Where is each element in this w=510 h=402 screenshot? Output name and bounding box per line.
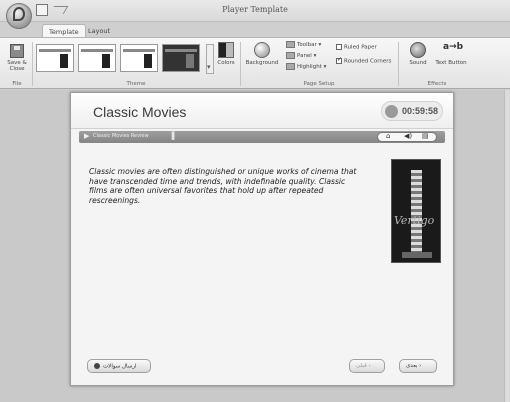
highlight-icon bbox=[286, 63, 295, 70]
group-theme-label: Theme bbox=[126, 81, 146, 87]
ruled-paper-checkbox[interactable]: Ruled Paper bbox=[336, 44, 377, 51]
player-template-window: Player Template Template Layout Save & C… bbox=[0, 0, 510, 402]
volume-icon[interactable]: ◀) bbox=[404, 132, 412, 140]
save-close-button[interactable]: Save & Close bbox=[4, 44, 30, 72]
group-effects-label: Effects bbox=[427, 81, 447, 87]
text-button-icon: a→b bbox=[443, 42, 464, 52]
colors-button[interactable]: Colors bbox=[214, 42, 238, 66]
app-orb-icon[interactable] bbox=[6, 3, 32, 29]
submit-questions-button[interactable]: ارسال سوالات bbox=[87, 359, 151, 373]
player-tools: ⌂ ◀) ▤ bbox=[377, 132, 437, 142]
prev-button[interactable]: قبلی ‹ bbox=[349, 359, 385, 373]
slide-preview: Classic Movies 00:59:58 ▶ Classic Movies… bbox=[70, 92, 454, 386]
panel-dropdown[interactable]: Panel ▾ bbox=[286, 52, 316, 59]
theme-gallery bbox=[36, 44, 206, 74]
save-icon bbox=[10, 44, 24, 58]
timer-icon bbox=[385, 105, 398, 118]
slide-nav-bar: ▶ Classic Movies Review ▐ ⌂ ◀) ▤ bbox=[79, 131, 445, 143]
slide-body-text: Classic movies are often distinguished o… bbox=[89, 167, 357, 205]
theme-gallery-more-button[interactable] bbox=[206, 44, 214, 74]
rounded-corners-check[interactable] bbox=[336, 56, 342, 64]
toolbar-dropdown[interactable]: Toolbar ▾ bbox=[286, 41, 321, 48]
next-button[interactable]: بعدی › bbox=[399, 359, 437, 373]
slide-title: Classic Movies bbox=[93, 104, 187, 120]
timer-badge: 00:59:58 bbox=[381, 101, 443, 121]
ribbon: Save & Close File Colors Theme Backgroun… bbox=[0, 37, 510, 89]
theme-thumb-2[interactable] bbox=[78, 44, 116, 72]
vertical-scrollbar[interactable] bbox=[504, 90, 510, 402]
theme-thumb-3[interactable] bbox=[120, 44, 158, 72]
background-button[interactable]: Background bbox=[244, 42, 280, 66]
poster-title: Vertigo bbox=[394, 214, 435, 227]
sound-button[interactable]: Sound bbox=[404, 42, 432, 66]
theme-thumb-4[interactable] bbox=[162, 44, 200, 72]
breadcrumb-separator-icon: ▐ bbox=[169, 132, 175, 140]
group-file-label: File bbox=[12, 81, 22, 87]
breadcrumb[interactable]: Classic Movies Review bbox=[93, 133, 149, 139]
breadcrumb-arrow-icon: ▶ bbox=[84, 132, 90, 140]
group-page-setup-label: Page Setup bbox=[303, 81, 335, 87]
movie-poster-image: Vertigo bbox=[391, 159, 441, 263]
tab-template[interactable]: Template bbox=[42, 24, 86, 38]
slide-header: Classic Movies 00:59:58 bbox=[71, 93, 453, 129]
submit-icon bbox=[94, 363, 100, 369]
text-button-button[interactable]: a→b Text Button bbox=[434, 42, 468, 66]
tab-layout[interactable]: Layout bbox=[82, 24, 116, 38]
toolbar-icon bbox=[286, 41, 295, 48]
colors-icon bbox=[218, 42, 234, 58]
rounded-corners-checkbox[interactable]: Rounded Corners bbox=[336, 56, 391, 65]
ruled-paper-check[interactable] bbox=[336, 44, 342, 50]
timer-text: 00:59:58 bbox=[402, 106, 439, 116]
theme-thumb-1[interactable] bbox=[36, 44, 74, 72]
background-icon bbox=[254, 42, 270, 58]
slide-footer: ارسال سوالات قبلی ‹ بعدی › bbox=[81, 359, 445, 377]
highlight-dropdown[interactable]: Highlight ▾ bbox=[286, 63, 326, 70]
window-title: Player Template bbox=[222, 5, 288, 14]
home-icon[interactable]: ⌂ bbox=[386, 132, 390, 140]
panel-icon bbox=[286, 52, 295, 59]
sound-icon bbox=[410, 42, 426, 58]
title-bar: Player Template bbox=[0, 0, 510, 22]
print-icon[interactable]: ▤ bbox=[422, 132, 429, 140]
